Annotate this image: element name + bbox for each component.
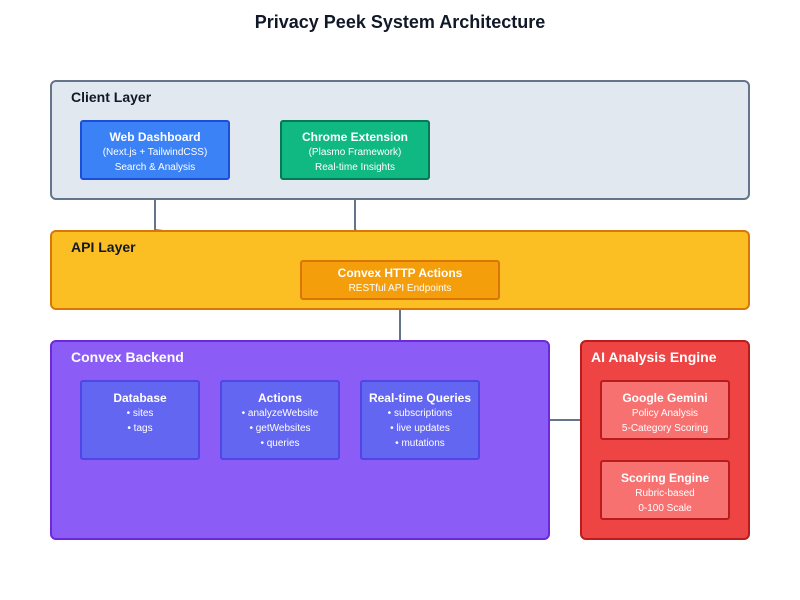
gemini-title: Google Gemini: [622, 391, 708, 405]
chrome-extension-box: Chrome Extension (Plasmo Framework) Real…: [280, 120, 430, 180]
database-item: • sites: [126, 408, 154, 419]
actions-item: • queries: [260, 438, 300, 449]
web-dashboard-box: Web Dashboard (Next.js + TailwindCSS) Se…: [80, 120, 230, 180]
database-title: Database: [113, 391, 167, 405]
database-item: • tags: [127, 423, 153, 434]
web-dashboard-title: Web Dashboard: [109, 130, 201, 144]
diagram-title: Privacy Peek System Architecture: [254, 12, 546, 32]
actions-title: Actions: [257, 391, 302, 405]
actions-box: Actions • analyzeWebsite • getWebsites •…: [220, 380, 340, 460]
scoring-title: Scoring Engine: [620, 471, 709, 485]
chrome-extension-line: Real-time Insights: [314, 162, 396, 173]
scoring-line: 0-100 Scale: [638, 503, 692, 514]
convex-http-line: RESTful API Endpoints: [348, 283, 452, 294]
actions-item: • getWebsites: [249, 423, 311, 434]
realtime-queries-box: Real-time Queries • subscriptions • live…: [360, 380, 480, 460]
gemini-line: Policy Analysis: [631, 408, 699, 419]
convex-http-title: Convex HTTP Actions: [337, 266, 463, 280]
realtime-queries-title: Real-time Queries: [368, 391, 472, 405]
architecture-diagram: Privacy Peek System Architecture Client …: [0, 0, 800, 600]
scoring-engine-box: Scoring Engine Rubric-based 0-100 Scale: [600, 460, 730, 520]
scoring-line: Rubric-based: [635, 488, 695, 499]
google-gemini-box: Google Gemini Policy Analysis 5-Category…: [600, 380, 730, 440]
chrome-extension-title: Chrome Extension: [301, 130, 409, 144]
realtime-item: • subscriptions: [387, 408, 453, 419]
client-layer-label: Client Layer: [71, 89, 152, 105]
web-dashboard-line: Search & Analysis: [114, 162, 196, 173]
web-dashboard-line: (Next.js + TailwindCSS): [102, 147, 208, 158]
convex-backend-label: Convex Backend: [71, 349, 184, 365]
actions-item: • analyzeWebsite: [241, 408, 319, 419]
realtime-item: • mutations: [395, 438, 445, 449]
realtime-item: • live updates: [390, 423, 450, 434]
api-layer-label: API Layer: [71, 239, 136, 255]
convex-http-actions-box: Convex HTTP Actions RESTful API Endpoint…: [300, 260, 500, 300]
database-box: Database • sites • tags: [80, 380, 200, 460]
gemini-line: 5-Category Scoring: [621, 423, 709, 434]
chrome-extension-line: (Plasmo Framework): [308, 147, 402, 158]
ai-engine-label: AI Analysis Engine: [591, 349, 717, 365]
